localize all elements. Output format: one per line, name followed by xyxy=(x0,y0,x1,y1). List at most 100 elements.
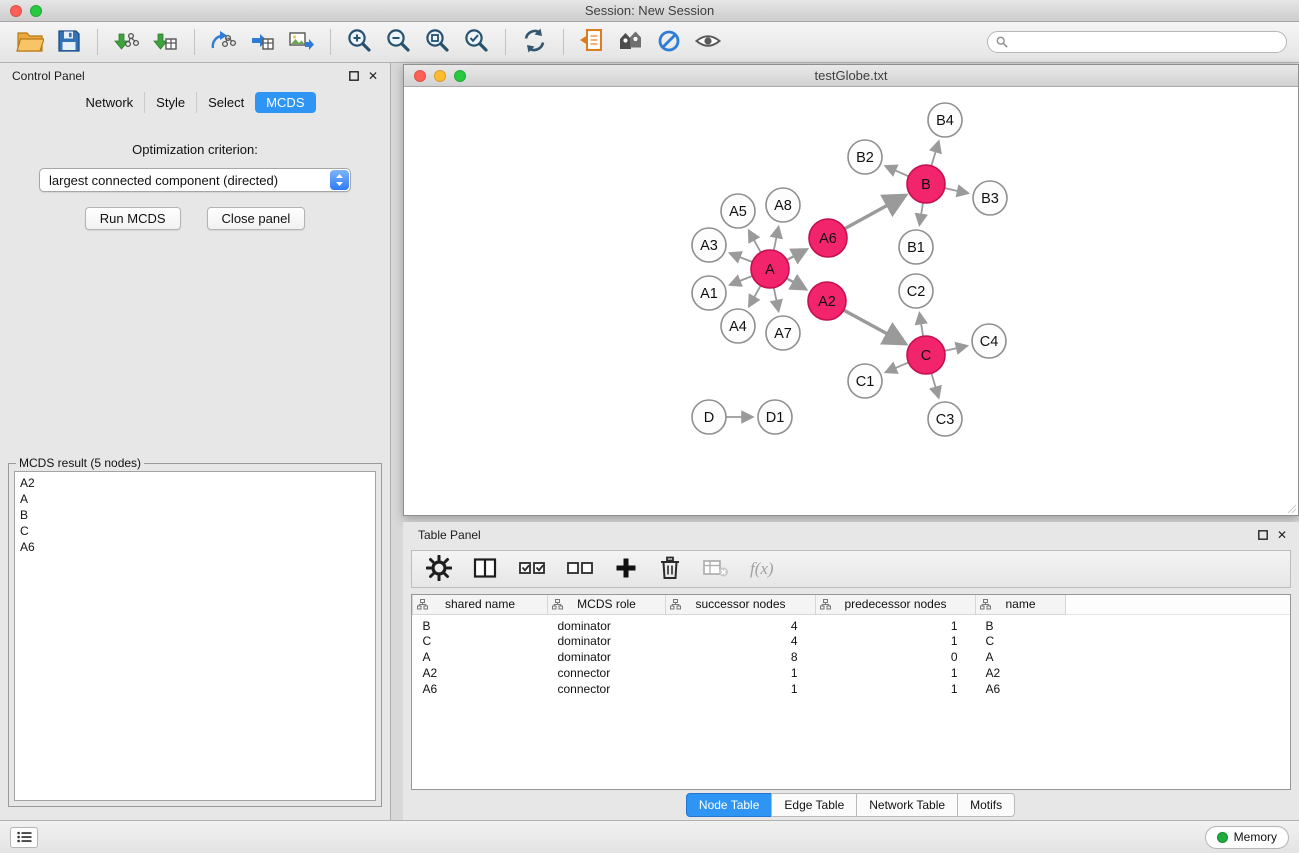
mcds-result-item[interactable]: B xyxy=(20,507,370,523)
graph-edge-C-C1[interactable] xyxy=(886,362,908,372)
graph-node-B1[interactable]: B1 xyxy=(899,230,933,264)
cell-predecessor-nodes[interactable]: 1 xyxy=(816,681,976,697)
columns-button[interactable] xyxy=(472,555,498,584)
cell-predecessor-nodes[interactable]: 0 xyxy=(816,649,976,665)
cell-successor-nodes[interactable]: 4 xyxy=(666,633,816,649)
graph-edge-A-A1[interactable] xyxy=(730,276,752,285)
export-network-button[interactable] xyxy=(204,26,243,59)
network-minimize-button[interactable] xyxy=(434,70,446,82)
graph-edge-B-B2[interactable] xyxy=(886,166,909,176)
cell-name[interactable]: A xyxy=(976,649,1066,665)
graph-node-A[interactable]: A xyxy=(751,250,789,288)
network-close-button[interactable] xyxy=(414,70,426,82)
cell-MCDS-role[interactable]: dominator xyxy=(548,633,666,649)
mcds-result-item[interactable]: C xyxy=(20,523,370,539)
import-network-button[interactable] xyxy=(107,26,146,59)
graph-edge-A-A4[interactable] xyxy=(749,286,760,306)
graph-node-A1[interactable]: A1 xyxy=(692,276,726,310)
graph-node-C3[interactable]: C3 xyxy=(928,402,962,436)
select-all-button[interactable] xyxy=(518,557,546,582)
mcds-result-item[interactable]: A2 xyxy=(20,475,370,491)
close-window-button[interactable] xyxy=(10,5,22,17)
graph-node-B4[interactable]: B4 xyxy=(928,103,962,137)
mcds-result-item[interactable]: A xyxy=(20,491,370,507)
apply-layout-button[interactable] xyxy=(515,25,554,59)
tab-mcds[interactable]: MCDS xyxy=(255,92,315,113)
cell-MCDS-role[interactable]: dominator xyxy=(548,614,666,633)
tab-style[interactable]: Style xyxy=(144,92,196,113)
cell-name[interactable]: B xyxy=(976,614,1066,633)
close-panel-icon[interactable]: ✕ xyxy=(368,70,378,82)
cell-shared-name[interactable]: A6 xyxy=(413,681,548,697)
style-brush-button[interactable] xyxy=(650,26,688,59)
resize-grip-icon[interactable] xyxy=(1287,504,1297,514)
cell-successor-nodes[interactable]: 8 xyxy=(666,649,816,665)
save-session-button[interactable] xyxy=(50,26,88,59)
network-canvas[interactable]: B4B2BB3A5A8A6B1A3AC2A1A2A4A7C4CC1C3DD1 xyxy=(404,87,1298,515)
new-network-button[interactable] xyxy=(573,25,611,59)
graph-node-A8[interactable]: A8 xyxy=(766,188,800,222)
cell-MCDS-role[interactable]: connector xyxy=(548,681,666,697)
column-header-name[interactable]: name xyxy=(976,595,1066,614)
graph-edge-A2-C[interactable] xyxy=(844,310,904,343)
tab-network[interactable]: Network xyxy=(74,92,144,113)
table-row[interactable]: Bdominator41B xyxy=(413,614,1291,633)
graph-node-C[interactable]: C xyxy=(907,336,945,374)
tab-edge-table[interactable]: Edge Table xyxy=(771,793,857,817)
graph-edge-A-A2[interactable] xyxy=(787,278,806,289)
graph-edge-A-A6[interactable] xyxy=(787,250,806,260)
graph-edge-B-B4[interactable] xyxy=(931,142,938,166)
table-row[interactable]: Cdominator41C xyxy=(413,633,1291,649)
run-mcds-button[interactable]: Run MCDS xyxy=(85,207,181,230)
settings-button[interactable] xyxy=(426,555,452,584)
zoom-fit-button[interactable] xyxy=(418,25,457,59)
graph-edge-A-A3[interactable] xyxy=(730,253,752,262)
cell-predecessor-nodes[interactable]: 1 xyxy=(816,665,976,681)
graph-node-A3[interactable]: A3 xyxy=(692,228,726,262)
close-panel-button[interactable]: Close panel xyxy=(207,207,306,230)
cell-successor-nodes[interactable]: 1 xyxy=(666,665,816,681)
graph-node-B3[interactable]: B3 xyxy=(973,181,1007,215)
mcds-result-item[interactable]: A6 xyxy=(20,539,370,555)
graph-node-C2[interactable]: C2 xyxy=(899,274,933,308)
cell-shared-name[interactable]: C xyxy=(413,633,548,649)
tab-node-table[interactable]: Node Table xyxy=(686,793,773,817)
table-float-panel-icon[interactable] xyxy=(1258,530,1268,540)
graph-edge-A-A5[interactable] xyxy=(749,231,761,252)
cell-shared-name[interactable]: A xyxy=(413,649,548,665)
tab-network-table[interactable]: Network Table xyxy=(856,793,958,817)
network-overview-button[interactable] xyxy=(611,26,650,59)
table-close-panel-icon[interactable]: ✕ xyxy=(1277,529,1287,541)
graph-node-A7[interactable]: A7 xyxy=(766,316,800,350)
column-header-shared-name[interactable]: shared name xyxy=(413,595,548,614)
export-table-button[interactable] xyxy=(243,26,282,59)
graph-node-A2[interactable]: A2 xyxy=(808,282,846,320)
add-row-button[interactable] xyxy=(614,556,638,583)
show-hide-button[interactable] xyxy=(688,26,728,59)
column-header-predecessor-nodes[interactable]: predecessor nodes xyxy=(816,595,976,614)
mcds-result-list[interactable]: A2ABCA6 xyxy=(14,471,376,801)
cell-name[interactable]: C xyxy=(976,633,1066,649)
table-row[interactable]: A2connector11A2 xyxy=(413,665,1291,681)
memory-button[interactable]: Memory xyxy=(1205,826,1289,849)
graph-node-D[interactable]: D xyxy=(692,400,726,434)
graph-node-C4[interactable]: C4 xyxy=(972,324,1006,358)
cell-successor-nodes[interactable]: 1 xyxy=(666,681,816,697)
fx-button[interactable]: f(x) xyxy=(750,559,774,579)
zoom-in-button[interactable] xyxy=(340,25,379,59)
cell-MCDS-role[interactable]: dominator xyxy=(548,649,666,665)
tab-motifs[interactable]: Motifs xyxy=(957,793,1015,817)
graph-edge-C-C4[interactable] xyxy=(945,346,967,351)
delete-table-button[interactable] xyxy=(702,556,730,583)
cell-name[interactable]: A6 xyxy=(976,681,1066,697)
zoom-out-button[interactable] xyxy=(379,25,418,59)
cell-shared-name[interactable]: B xyxy=(413,614,548,633)
optimization-criterion-dropdown[interactable]: largest connected component (directed) xyxy=(39,168,351,192)
zoom-selected-button[interactable] xyxy=(457,25,496,59)
graph-node-A6[interactable]: A6 xyxy=(809,219,847,257)
cell-predecessor-nodes[interactable]: 1 xyxy=(816,614,976,633)
float-panel-icon[interactable] xyxy=(349,71,359,81)
open-file-button[interactable] xyxy=(10,26,50,59)
graph-edge-A6-B[interactable] xyxy=(845,196,905,229)
tab-select[interactable]: Select xyxy=(196,92,255,113)
